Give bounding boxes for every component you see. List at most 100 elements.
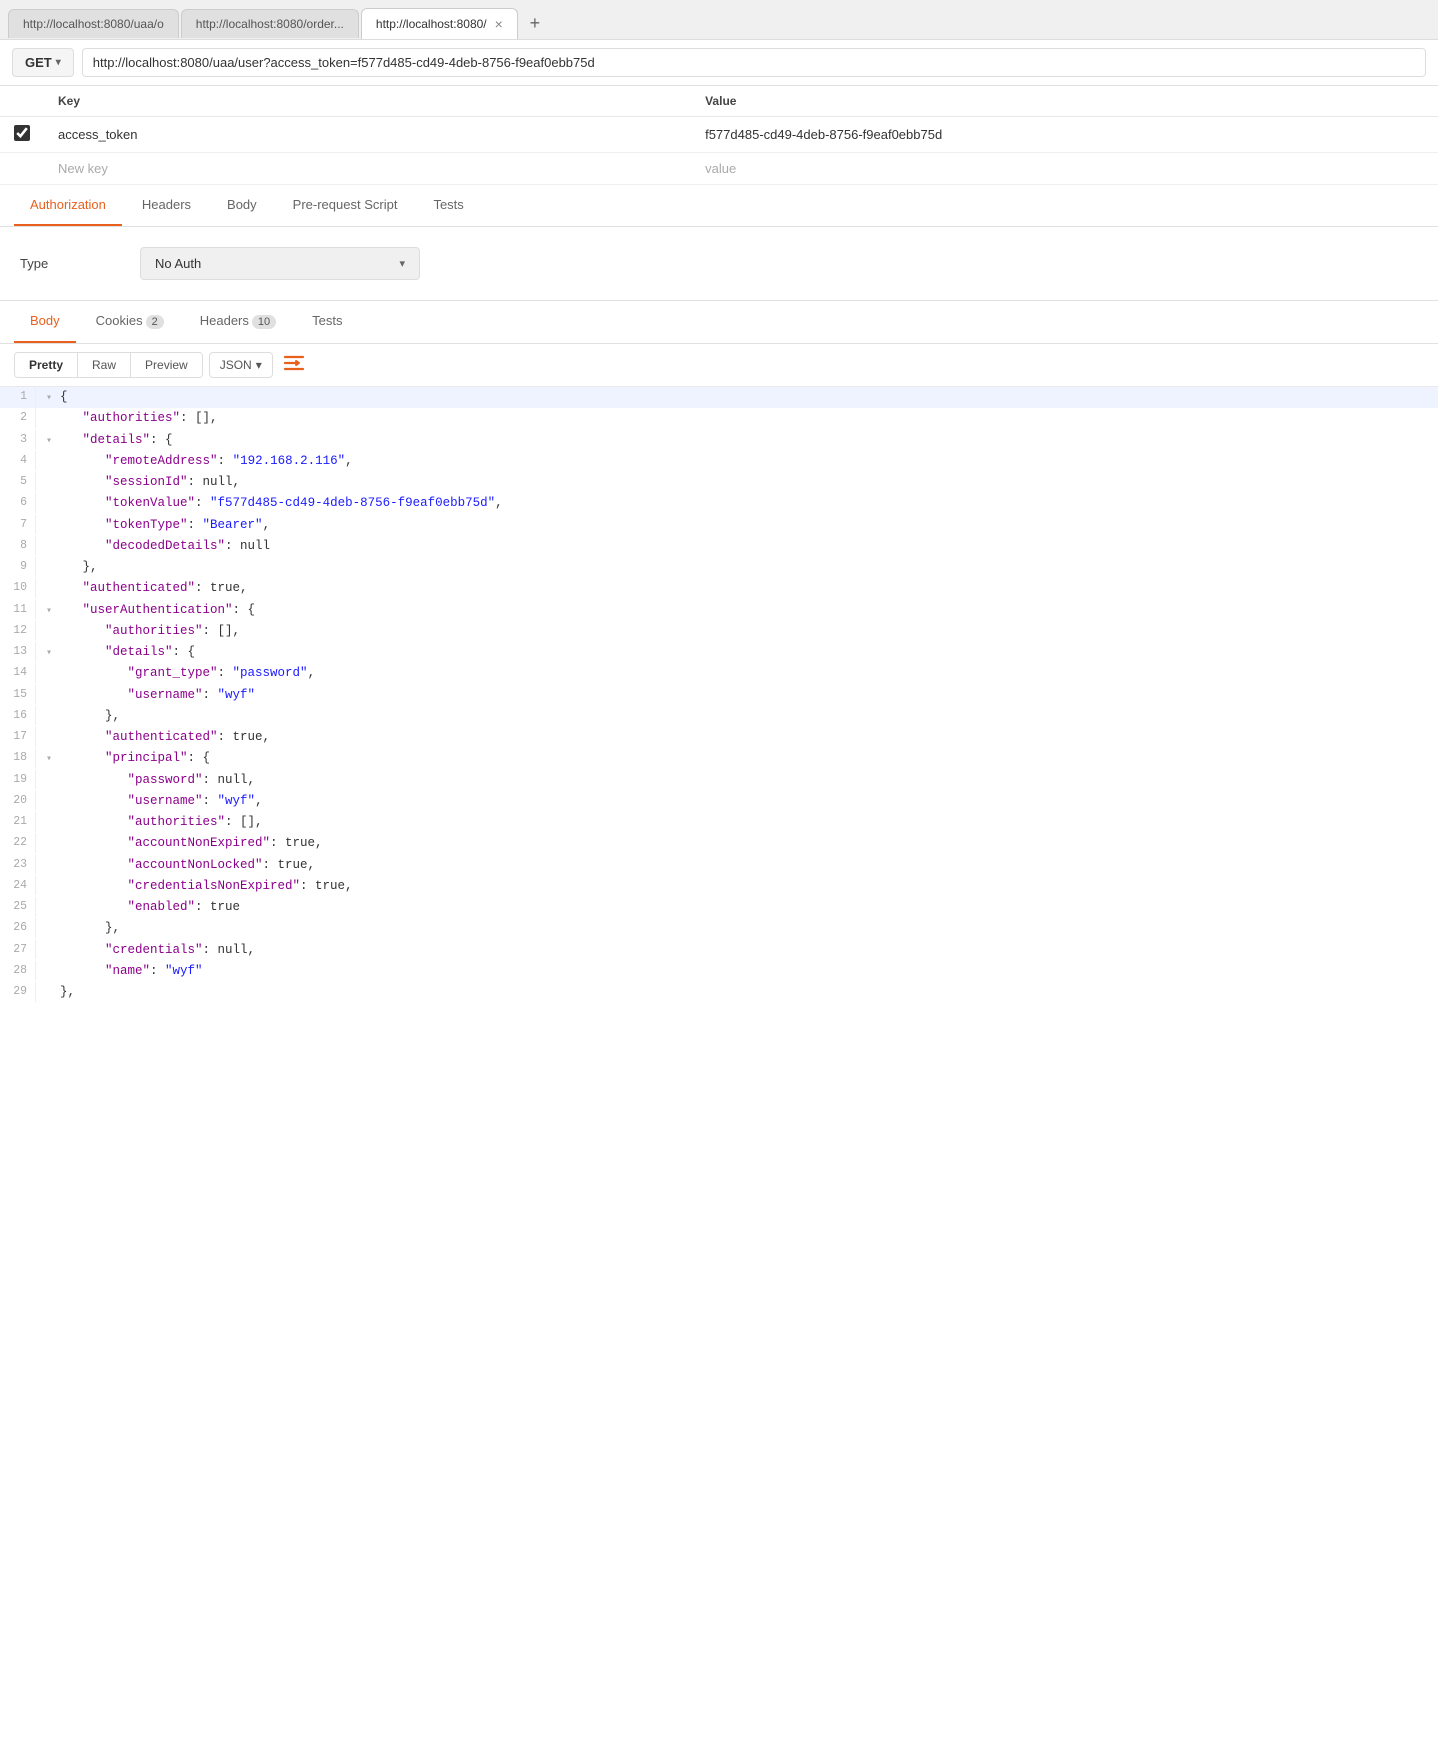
- json-format-chevron-icon: ▾: [256, 358, 262, 372]
- auth-type-dropdown[interactable]: No Auth ▾: [140, 247, 420, 280]
- checkbox-col-header: [0, 86, 44, 117]
- tab-2[interactable]: http://localhost:8080/order...: [181, 9, 359, 38]
- param-checkbox-1[interactable]: [14, 125, 30, 141]
- line-content-3: ▾ "details": {: [36, 430, 1438, 451]
- line-number-20: 20: [0, 791, 36, 811]
- headers-badge: 10: [252, 315, 276, 329]
- pretty-button[interactable]: Pretty: [15, 353, 78, 377]
- json-line-19: 19 "password": null,: [0, 770, 1438, 791]
- json-line-1: 1▾ {: [0, 387, 1438, 408]
- resp-tab-tests[interactable]: Tests: [296, 301, 358, 343]
- fold-arrow-1[interactable]: ▾: [46, 390, 60, 407]
- tab-headers[interactable]: Headers: [126, 185, 207, 226]
- auth-section: Type No Auth ▾: [0, 227, 1438, 301]
- line-number-23: 23: [0, 855, 36, 875]
- line-number-28: 28: [0, 961, 36, 981]
- param-row-new: New key value: [0, 153, 1438, 185]
- line-content-28: "name": "wyf": [36, 961, 1438, 982]
- json-line-20: 20 "username": "wyf",: [0, 791, 1438, 812]
- method-selector[interactable]: GET ▾: [12, 48, 74, 77]
- param-value-1: f577d485-cd49-4deb-8756-f9eaf0ebb75d: [705, 127, 942, 142]
- json-line-28: 28 "name": "wyf": [0, 961, 1438, 982]
- line-number-11: 11: [0, 600, 36, 620]
- line-number-9: 9: [0, 557, 36, 577]
- line-content-21: "authorities": [],: [36, 812, 1438, 833]
- tab-pre-request-script[interactable]: Pre-request Script: [277, 185, 414, 226]
- line-number-14: 14: [0, 663, 36, 683]
- format-bar: Pretty Raw Preview JSON ▾: [0, 344, 1438, 387]
- json-line-25: 25 "enabled": true: [0, 897, 1438, 918]
- json-line-24: 24 "credentialsNonExpired": true,: [0, 876, 1438, 897]
- line-number-22: 22: [0, 833, 36, 853]
- line-number-7: 7: [0, 515, 36, 535]
- line-content-25: "enabled": true: [36, 897, 1438, 918]
- fold-arrow-3[interactable]: ▾: [46, 433, 60, 450]
- tab-1-label: http://localhost:8080/uaa/o: [23, 17, 164, 31]
- line-number-13: 13: [0, 642, 36, 662]
- line-number-27: 27: [0, 940, 36, 960]
- new-value-placeholder: value: [705, 161, 736, 176]
- line-content-14: "grant_type": "password",: [36, 663, 1438, 684]
- line-content-22: "accountNonExpired": true,: [36, 833, 1438, 854]
- line-number-29: 29: [0, 982, 36, 1002]
- fold-arrow-18[interactable]: ▾: [46, 751, 60, 768]
- fold-arrow-13[interactable]: ▾: [46, 645, 60, 662]
- line-content-12: "authorities": [],: [36, 621, 1438, 642]
- tab-authorization[interactable]: Authorization: [14, 185, 122, 226]
- method-chevron-icon: ▾: [56, 57, 61, 68]
- line-number-8: 8: [0, 536, 36, 556]
- tab-body[interactable]: Body: [211, 185, 273, 226]
- line-number-2: 2: [0, 408, 36, 428]
- line-number-25: 25: [0, 897, 36, 917]
- auth-row: Type No Auth ▾: [20, 247, 1418, 280]
- new-tab-button[interactable]: +: [520, 9, 550, 39]
- tab-1[interactable]: http://localhost:8080/uaa/o: [8, 9, 179, 38]
- method-label: GET: [25, 55, 52, 70]
- json-line-4: 4 "remoteAddress": "192.168.2.116",: [0, 451, 1438, 472]
- line-content-26: },: [36, 918, 1438, 939]
- line-number-1: 1: [0, 387, 36, 407]
- line-number-21: 21: [0, 812, 36, 832]
- line-number-18: 18: [0, 748, 36, 768]
- line-content-10: "authenticated": true,: [36, 578, 1438, 599]
- tab-3[interactable]: http://localhost:8080/ ×: [361, 8, 518, 39]
- json-line-3: 3▾ "details": {: [0, 430, 1438, 451]
- url-input[interactable]: [82, 48, 1426, 77]
- line-number-16: 16: [0, 706, 36, 726]
- json-line-21: 21 "authorities": [],: [0, 812, 1438, 833]
- line-content-2: "authorities": [],: [36, 408, 1438, 429]
- wrap-icon[interactable]: [283, 354, 305, 377]
- close-tab-icon[interactable]: ×: [495, 16, 503, 32]
- tab-3-label: http://localhost:8080/: [376, 17, 487, 31]
- line-content-23: "accountNonLocked": true,: [36, 855, 1438, 876]
- line-content-19: "password": null,: [36, 770, 1438, 791]
- auth-type-value: No Auth: [155, 256, 201, 271]
- line-number-4: 4: [0, 451, 36, 471]
- json-line-2: 2 "authorities": [],: [0, 408, 1438, 429]
- json-line-7: 7 "tokenType": "Bearer",: [0, 515, 1438, 536]
- resp-tab-cookies[interactable]: Cookies2: [80, 301, 180, 343]
- tab-tests[interactable]: Tests: [417, 185, 479, 226]
- resp-tab-body[interactable]: Body: [14, 301, 76, 343]
- json-line-29: 29 },: [0, 982, 1438, 1003]
- line-content-18: ▾ "principal": {: [36, 748, 1438, 769]
- line-content-29: },: [36, 982, 1438, 1003]
- line-number-12: 12: [0, 621, 36, 641]
- preview-button[interactable]: Preview: [131, 353, 202, 377]
- json-line-13: 13▾ "details": {: [0, 642, 1438, 663]
- resp-tab-headers[interactable]: Headers10: [184, 301, 292, 343]
- json-format-selector[interactable]: JSON ▾: [209, 352, 273, 378]
- line-content-5: "sessionId": null,: [36, 472, 1438, 493]
- line-number-10: 10: [0, 578, 36, 598]
- value-col-header: Value: [691, 86, 1438, 117]
- browser-tabs: http://localhost:8080/uaa/o http://local…: [0, 0, 1438, 40]
- view-mode-group: Pretty Raw Preview: [14, 352, 203, 378]
- line-content-16: },: [36, 706, 1438, 727]
- raw-button[interactable]: Raw: [78, 353, 131, 377]
- json-line-26: 26 },: [0, 918, 1438, 939]
- fold-arrow-11[interactable]: ▾: [46, 603, 60, 620]
- json-line-14: 14 "grant_type": "password",: [0, 663, 1438, 684]
- url-bar: GET ▾: [0, 40, 1438, 86]
- line-number-3: 3: [0, 430, 36, 450]
- line-content-13: ▾ "details": {: [36, 642, 1438, 663]
